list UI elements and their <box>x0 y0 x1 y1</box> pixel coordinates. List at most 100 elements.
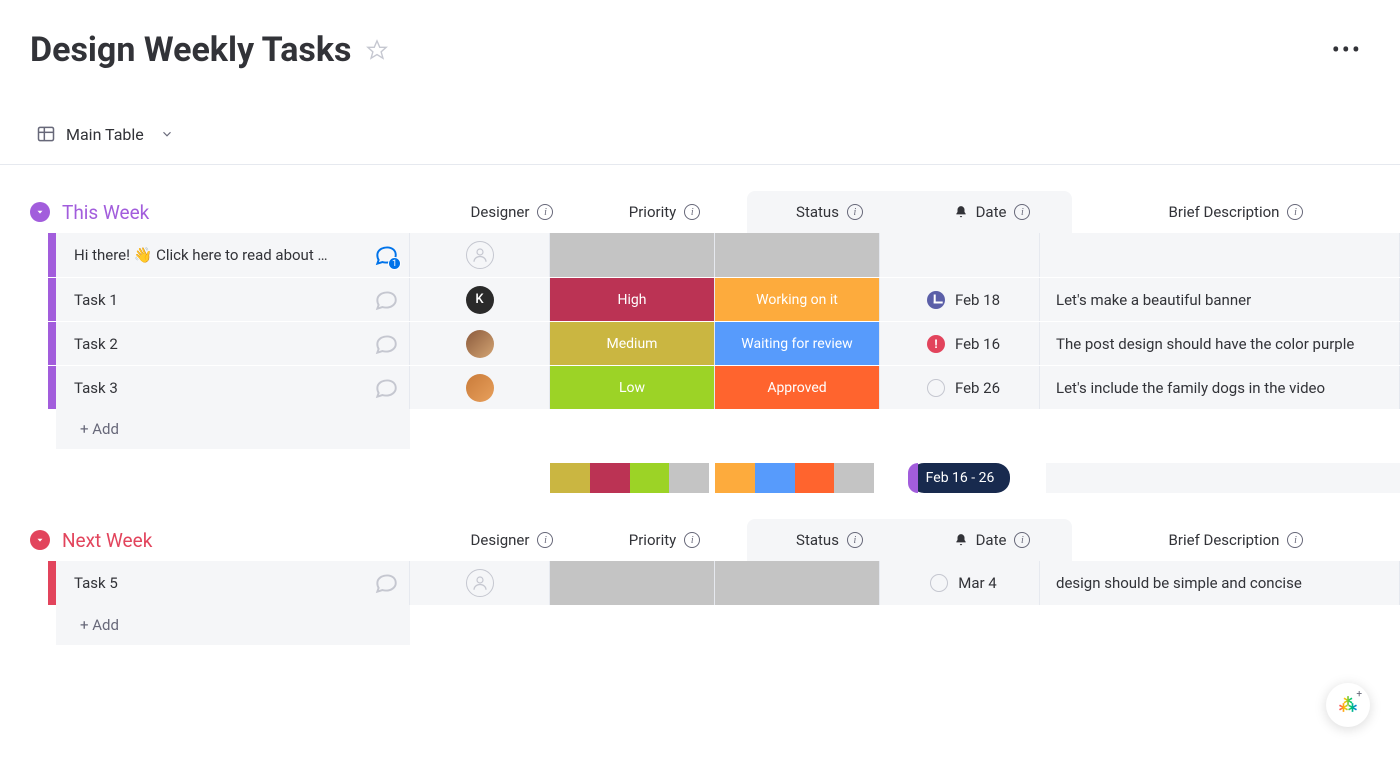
date-cell[interactable]: Mar 4 <box>880 561 1040 605</box>
column-header-priority[interactable]: Priorityi <box>582 191 747 233</box>
favorite-star-icon[interactable] <box>366 39 388 61</box>
description-cell[interactable]: Let's include the family dogs in the vid… <box>1040 366 1400 409</box>
info-icon[interactable]: i <box>847 204 863 220</box>
column-header-description[interactable]: Brief Descriptioni <box>1072 519 1400 561</box>
avatar[interactable] <box>466 330 494 358</box>
add-row[interactable]: + Add <box>30 409 1400 449</box>
date-cell[interactable]: Feb 26 <box>880 366 1040 409</box>
date-cell[interactable]: !Feb 16 <box>880 322 1040 365</box>
column-header-description[interactable]: Brief Descriptioni <box>1072 191 1400 233</box>
group-collapse-toggle[interactable] <box>30 530 50 550</box>
column-header-designer[interactable]: Designeri <box>442 519 582 561</box>
priority-summary-segment <box>630 463 670 493</box>
group-collapse-toggle[interactable] <box>30 202 50 222</box>
status-cell[interactable]: Approved <box>715 366 880 409</box>
date-cell[interactable]: Feb 18 <box>880 278 1040 321</box>
status-summary[interactable] <box>715 463 880 493</box>
designer-cell[interactable] <box>410 322 550 365</box>
group-title[interactable]: Next Week <box>62 529 442 552</box>
priority-summary[interactable] <box>550 463 715 493</box>
description-cell[interactable] <box>1040 233 1400 277</box>
info-icon[interactable]: i <box>1287 532 1303 548</box>
description-cell[interactable]: design should be simple and concise <box>1040 561 1400 605</box>
task-name-cell[interactable]: Task 5 <box>56 561 410 605</box>
task-name-cell[interactable]: Task 2 <box>56 322 410 365</box>
row-stripe <box>48 366 56 409</box>
status-cell[interactable]: Waiting for review <box>715 322 880 365</box>
table-row[interactable]: Task 2 Medium Waiting for review !Feb 16… <box>30 321 1400 365</box>
priority-cell[interactable]: Low <box>550 366 715 409</box>
priority-summary-segment <box>590 463 630 493</box>
avatar-empty[interactable] <box>466 569 494 597</box>
alert-icon: ! <box>927 335 945 353</box>
row-stripe <box>48 233 56 277</box>
view-tab-main-table[interactable]: Main Table <box>30 120 180 148</box>
info-icon[interactable]: i <box>537 204 553 220</box>
column-header-status[interactable]: Statusi <box>747 191 912 233</box>
column-header-priority[interactable]: Priorityi <box>582 519 747 561</box>
table-row[interactable]: Task 5 Mar 4 design should be simple and… <box>30 561 1400 605</box>
status-cell[interactable]: Working on it <box>715 278 880 321</box>
avatar[interactable]: K <box>466 286 494 314</box>
priority-cell[interactable] <box>550 561 715 605</box>
table-row[interactable]: Hi there! 👋 Click here to read about … 1 <box>30 233 1400 277</box>
designer-cell[interactable] <box>410 561 550 605</box>
task-name: Task 5 <box>74 574 365 592</box>
assistant-fab[interactable]: ⁂ + <box>1326 683 1370 727</box>
designer-cell[interactable] <box>410 233 550 277</box>
priority-cell[interactable] <box>550 233 715 277</box>
task-name: Hi there! 👋 Click here to read about … <box>74 246 365 264</box>
logo-icon: ⁂ <box>1339 695 1357 716</box>
description-cell[interactable]: The post design should have the color pu… <box>1040 322 1400 365</box>
date-summary[interactable]: Feb 16 - 26 <box>880 463 1040 493</box>
chat-bubble-icon[interactable]: 1 <box>373 242 399 268</box>
designer-cell[interactable]: K <box>410 278 550 321</box>
table-row[interactable]: Task 3 Low Approved Feb 26 Let's include… <box>30 365 1400 409</box>
add-item-button[interactable]: + Add <box>56 605 410 645</box>
chat-bubble-icon[interactable] <box>373 570 399 596</box>
chat-bubble-icon[interactable] <box>373 375 399 401</box>
chevron-down-icon[interactable] <box>160 127 174 141</box>
group-title[interactable]: This Week <box>62 201 442 224</box>
table-icon <box>36 124 56 144</box>
add-item-button[interactable]: + Add <box>56 409 410 449</box>
description-cell[interactable]: Let's make a beautiful banner <box>1040 278 1400 321</box>
avatar[interactable] <box>466 374 494 402</box>
column-header-designer[interactable]: Designeri <box>442 191 582 233</box>
task-name-cell[interactable]: Task 1 <box>56 278 410 321</box>
date-value: Feb 18 <box>955 291 1000 309</box>
task-name-cell[interactable]: Task 3 <box>56 366 410 409</box>
priority-cell[interactable]: Medium <box>550 322 715 365</box>
status-cell[interactable] <box>715 561 880 605</box>
priority-cell[interactable]: High <box>550 278 715 321</box>
avatar-empty[interactable] <box>466 241 494 269</box>
info-icon[interactable]: i <box>847 532 863 548</box>
circle-icon <box>927 379 945 397</box>
column-header-date[interactable]: Datei <box>912 191 1072 233</box>
column-header-status[interactable]: Statusi <box>747 519 912 561</box>
info-icon[interactable]: i <box>684 532 700 548</box>
info-icon[interactable]: i <box>537 532 553 548</box>
table-row[interactable]: Task 1 K High Working on it Feb 18 Let's… <box>30 277 1400 321</box>
bell-icon <box>954 204 968 220</box>
info-icon[interactable]: i <box>1014 204 1030 220</box>
info-icon[interactable]: i <box>1287 204 1303 220</box>
plus-icon: + <box>1356 689 1362 700</box>
date-cell[interactable] <box>880 233 1040 277</box>
task-name: Task 1 <box>74 291 365 309</box>
chat-bubble-icon[interactable] <box>373 331 399 357</box>
column-header-date[interactable]: Datei <box>912 519 1072 561</box>
chat-bubble-icon[interactable] <box>373 287 399 313</box>
date-range: Feb 16 - 26 <box>926 470 995 486</box>
priority-summary-segment <box>669 463 709 493</box>
info-icon[interactable]: i <box>1014 532 1030 548</box>
task-name-cell[interactable]: Hi there! 👋 Click here to read about … 1 <box>56 233 410 277</box>
designer-cell[interactable] <box>410 366 550 409</box>
status-summary-segment <box>715 463 755 493</box>
info-icon[interactable]: i <box>684 204 700 220</box>
add-row[interactable]: + Add <box>30 605 1400 645</box>
bell-icon <box>954 532 968 548</box>
more-menu-icon[interactable]: ••• <box>1324 32 1370 68</box>
group-summary: Feb 16 - 26 <box>48 463 1400 493</box>
status-cell[interactable] <box>715 233 880 277</box>
